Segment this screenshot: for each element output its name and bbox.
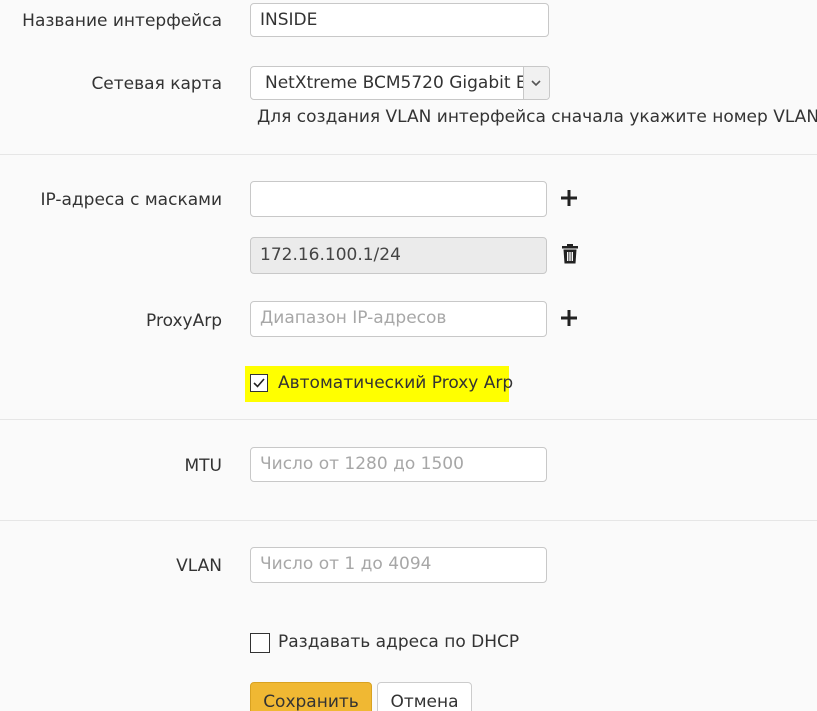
network-card-selected-value: NetXtreme BCM5720 Gigabit Ethernet [265,73,527,93]
vlan-input[interactable]: Число от 1 до 4094 [250,547,547,583]
auto-proxy-arp-label: Автоматический Proxy Arp [278,373,514,393]
dhcp-label: Раздавать адреса по DHCP [278,632,520,652]
proxy-arp-label: ProxyArp [146,311,222,331]
interface-name-label: Название интерфейса [22,11,222,31]
cancel-button[interactable]: Отмена [377,682,472,711]
mtu-label: MTU [184,456,223,476]
dhcp-checkbox[interactable] [250,633,270,653]
interface-settings-form: Название интерфейса INSIDE Сетевая карта… [0,0,817,711]
section-divider [0,154,817,155]
ip-address-entry: 172.16.100.1/24 [250,237,547,274]
trash-icon[interactable] [561,244,585,268]
ip-address-input[interactable] [250,181,547,217]
section-divider [0,520,817,521]
plus-icon[interactable] [559,188,583,212]
vlan-hint-text: Для создания VLAN интерфейса сначала ука… [257,107,817,127]
interface-name-input[interactable]: INSIDE [250,3,549,37]
plus-icon[interactable] [559,308,583,332]
mtu-input[interactable]: Число от 1280 до 1500 [250,447,547,482]
ip-addresses-label: IP-адреса с масками [40,190,222,210]
network-card-select[interactable]: NetXtreme BCM5720 Gigabit Ethernet [250,66,550,100]
network-card-label: Сетевая карта [91,74,222,94]
vlan-label: VLAN [176,556,222,576]
section-divider [0,419,817,420]
save-button[interactable]: Сохранить [250,682,372,711]
auto-proxy-arp-checkbox[interactable] [250,374,268,392]
proxy-arp-input[interactable]: Диапазон IP-адресов [250,301,547,337]
chevron-down-icon[interactable] [523,67,549,99]
